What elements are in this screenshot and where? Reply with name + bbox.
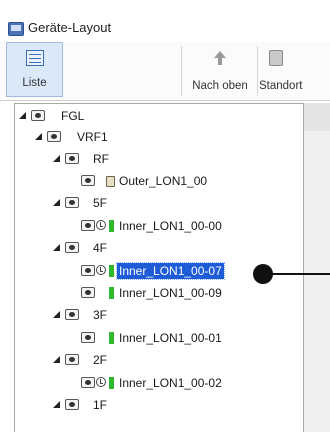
collapse-toggle[interactable] [53, 244, 60, 251]
node-label: Inner_LON1_00-09 [119, 286, 222, 300]
eye-icon[interactable] [65, 153, 79, 164]
status-indicator [109, 377, 114, 389]
status-indicator [109, 332, 114, 344]
node-label: 5F [93, 196, 108, 210]
eye-icon[interactable] [81, 175, 95, 186]
liste-label: Liste [22, 77, 47, 89]
tree-node-floor[interactable]: 5F [15, 193, 303, 213]
eye-icon[interactable] [81, 377, 95, 388]
list-view-icon [26, 50, 44, 66]
clock-icon [96, 220, 106, 230]
node-label: 4F [93, 241, 108, 255]
tree-node-floor[interactable]: RF [15, 149, 303, 169]
collapse-toggle[interactable] [53, 401, 60, 408]
node-label: 1F [93, 398, 108, 412]
node-label: 3F [93, 308, 108, 322]
device-layout-icon [8, 22, 24, 36]
toolbar-divider [181, 46, 182, 96]
collapse-toggle[interactable] [53, 311, 60, 318]
toolbar-divider [257, 46, 258, 96]
window-title: Geräte-Layout [28, 20, 112, 35]
collapse-toggle[interactable] [53, 155, 60, 162]
clock-icon [96, 377, 106, 387]
status-indicator [109, 220, 114, 232]
eye-icon[interactable] [65, 197, 79, 208]
node-label: VRF1 [77, 130, 108, 144]
tree-node-vrf[interactable]: VRF1 [15, 127, 303, 147]
node-label: Inner_LON1_00-00 [119, 219, 222, 233]
eye-icon[interactable] [81, 332, 95, 343]
tree-node-floor[interactable]: 2F [15, 350, 303, 370]
content-header [304, 103, 330, 131]
eye-icon[interactable] [65, 354, 79, 365]
standort-button[interactable]: Standort [259, 42, 330, 99]
building-icon [269, 50, 283, 66]
tree-node-floor[interactable]: 1F [15, 395, 303, 415]
node-label: FGL [61, 109, 85, 123]
arrow-up-icon [214, 51, 226, 65]
outer-unit-icon [106, 176, 115, 187]
collapse-toggle[interactable] [53, 199, 60, 206]
eye-icon[interactable] [81, 265, 95, 276]
collapse-toggle[interactable] [19, 112, 26, 119]
tree-node-device[interactable]: Inner_LON1_00-02 [15, 373, 303, 393]
eye-icon[interactable] [65, 309, 79, 320]
tree-node-floor[interactable]: 3F [15, 305, 303, 325]
liste-button[interactable]: Liste [6, 42, 63, 97]
node-label: Outer_LON1_00 [119, 174, 208, 188]
node-label: 2F [93, 353, 108, 367]
node-label: RF [93, 152, 109, 166]
eye-icon[interactable] [65, 242, 79, 253]
collapse-toggle[interactable] [53, 356, 60, 363]
standort-label: Standort [259, 80, 303, 92]
clock-icon [96, 265, 106, 275]
eye-icon[interactable] [65, 399, 79, 410]
nach-oben-button[interactable]: Nach oben [184, 42, 256, 99]
title-bar: Geräte-Layout [0, 0, 330, 43]
tree-node-device[interactable]: Inner_LON1_00-00 [15, 216, 303, 236]
nach-oben-label: Nach oben [192, 80, 248, 92]
eye-icon[interactable] [31, 110, 45, 121]
status-indicator [109, 287, 114, 299]
tree-node-floor[interactable]: 4F [15, 238, 303, 258]
collapse-toggle[interactable] [35, 133, 42, 140]
tree-node-device[interactable]: Inner_LON1_00-09 [15, 283, 303, 303]
node-label: Inner_LON1_00-07 [116, 262, 225, 280]
node-label: Inner_LON1_00-01 [119, 331, 222, 345]
content-area [304, 103, 330, 432]
tree-node-device[interactable]: Inner_LON1_00-01 [15, 328, 303, 348]
tree-node-root[interactable]: FGL [15, 106, 303, 126]
status-indicator [109, 265, 114, 277]
toolbar: Liste Nach oben Standort [0, 42, 330, 101]
eye-icon[interactable] [47, 131, 61, 142]
node-label: Inner_LON1_00-02 [119, 376, 222, 390]
eye-icon[interactable] [81, 220, 95, 231]
eye-icon[interactable] [81, 287, 95, 298]
callout-line [270, 273, 330, 275]
tree-node-device[interactable]: Outer_LON1_00 [15, 171, 303, 191]
